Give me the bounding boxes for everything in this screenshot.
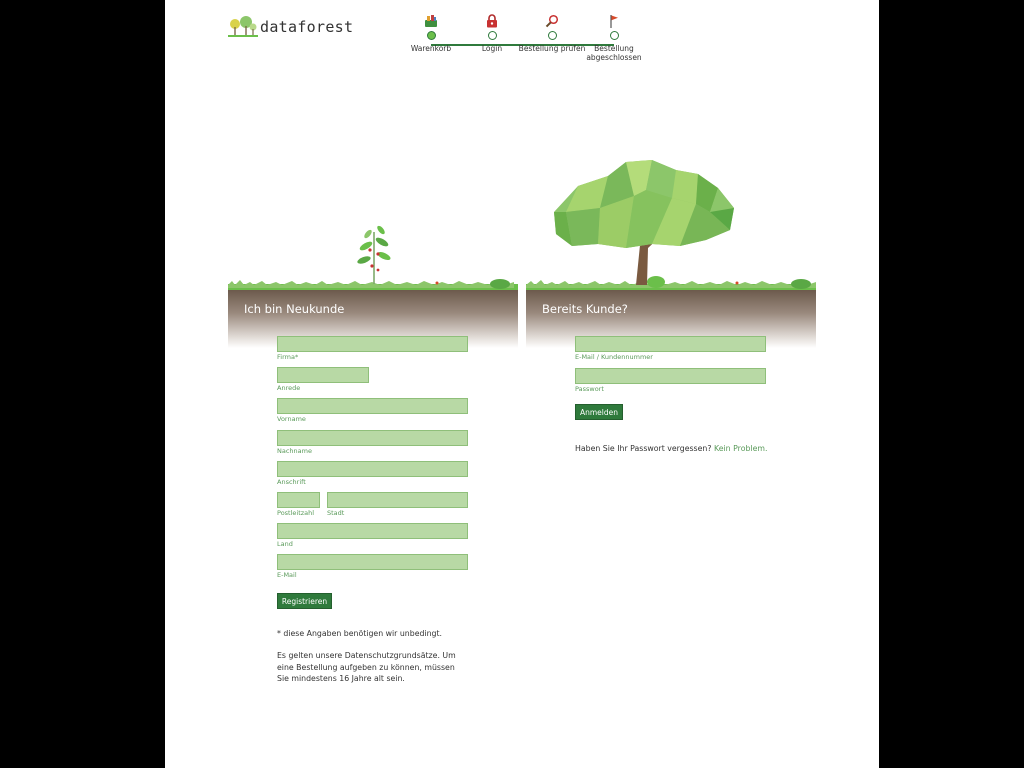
tree-illustration [526, 160, 816, 290]
lock-icon [487, 14, 497, 28]
logo[interactable]: dataforest [228, 14, 353, 40]
password-input[interactable] [575, 368, 766, 384]
existing-customer-title: Bereits Kunde? [542, 302, 628, 316]
step-label: Bestellung abgeschlossen [586, 44, 642, 62]
password-label: Passwort [575, 385, 604, 393]
login-button[interactable]: Anmelden [575, 404, 623, 420]
step-bestellung-pruefen[interactable]: Bestellung prüfen [517, 10, 587, 53]
register-button[interactable]: Registrieren [277, 593, 332, 609]
step-warenkorb[interactable]: Warenkorb [396, 10, 466, 53]
logo-trees-icon [228, 16, 258, 37]
stadt-label: Stadt [327, 509, 345, 517]
step-bestellung-abgeschlossen[interactable]: Bestellung abgeschlossen [579, 10, 649, 62]
firma-input[interactable] [277, 336, 468, 352]
new-customer-title: Ich bin Neukunde [244, 302, 345, 316]
logo-text: dataforest [260, 18, 354, 36]
step-dot-abgeschlossen [609, 31, 619, 40]
postleitzahl-label: Postleitzahl [277, 509, 315, 517]
checkout-progress: Warenkorb Login Bestellung prüfen Bestel… [395, 10, 655, 65]
vorname-label: Vorname [277, 415, 306, 423]
sapling-illustration [228, 225, 518, 290]
magnifier-icon [545, 14, 559, 28]
nachname-input[interactable] [277, 430, 468, 446]
forgot-password-link[interactable]: Kein Problem. [714, 444, 767, 453]
land-label: Land [277, 540, 293, 548]
land-input[interactable] [277, 523, 468, 539]
anschrift-input[interactable] [277, 461, 468, 477]
anschrift-label: Anschrift [277, 478, 306, 486]
sapling-scene [228, 150, 518, 290]
new-customer-panel: Ich bin Neukunde Firma* Anrede Vorname N… [228, 150, 518, 683]
step-dot-login [487, 31, 497, 40]
nachname-label: Nachname [277, 447, 312, 455]
step-dot-pruefen [547, 31, 557, 40]
flag-icon [610, 15, 618, 28]
anrede-select[interactable] [277, 367, 369, 383]
page: dataforest Warenkorb Login Bestellung pr… [165, 0, 879, 768]
required-note: * diese Angaben benötigen wir unbedingt. [277, 629, 443, 638]
step-dot-warenkorb [426, 31, 436, 40]
tree-scene [526, 150, 816, 290]
step-label: Bestellung prüfen [518, 44, 586, 53]
stadt-input[interactable] [327, 492, 468, 508]
existing-customer-panel: Bereits Kunde? E-Mail / Kundennummer Pas… [526, 150, 816, 453]
login-email-label: E-Mail / Kundennummer [575, 353, 653, 361]
firma-label: Firma* [277, 353, 299, 361]
email-input[interactable] [277, 554, 468, 570]
step-label: Warenkorb [410, 44, 452, 53]
vorname-input[interactable] [277, 398, 468, 414]
basket-icon [425, 15, 437, 27]
anrede-label: Anrede [277, 384, 301, 392]
forgot-password-text: Haben Sie Ihr Passwort vergessen? [575, 444, 712, 453]
postleitzahl-input[interactable] [277, 492, 320, 508]
forgot-password-note: Haben Sie Ihr Passwort vergessen? Kein P… [575, 443, 805, 455]
privacy-note: Es gelten unsere Datenschutzgrundsätze. … [277, 651, 456, 683]
email-label: E-Mail [277, 571, 297, 579]
login-email-input[interactable] [575, 336, 766, 352]
